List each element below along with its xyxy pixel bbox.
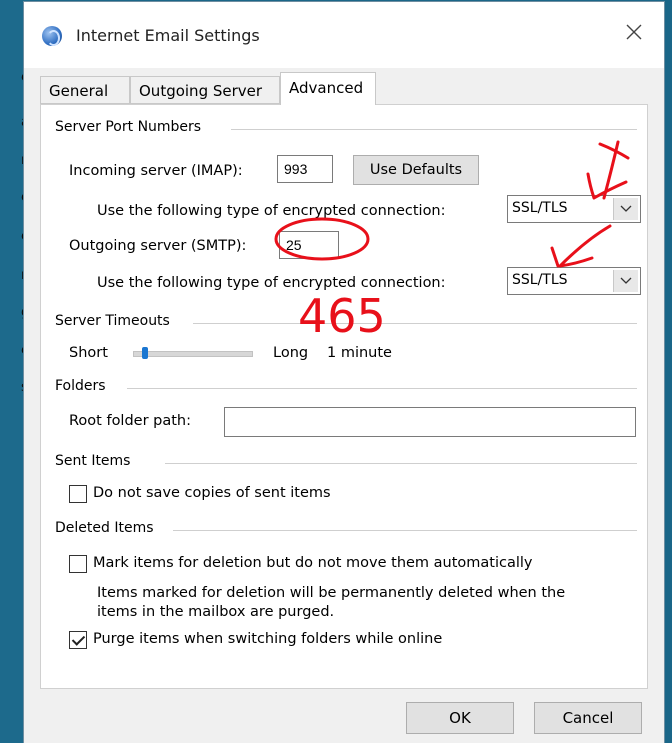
outlook-globe-icon <box>42 26 62 46</box>
group-divider <box>165 463 637 464</box>
group-divider <box>127 388 637 389</box>
group-divider <box>193 323 637 324</box>
internet-email-settings-dialog: Internet Email Settings General Outgoing… <box>24 2 664 743</box>
do-not-save-checkbox[interactable] <box>69 485 87 503</box>
outgoing-port-input[interactable] <box>279 231 339 259</box>
advanced-panel: Server Port Numbers Incoming server (IMA… <box>40 104 648 689</box>
purge-items-checkbox[interactable] <box>69 631 87 649</box>
server-timeouts-heading: Server Timeouts <box>55 313 176 329</box>
short-label: Short <box>69 345 108 361</box>
tab-outgoing-server[interactable]: Outgoing Server <box>130 76 280 104</box>
folders-heading: Folders <box>55 378 112 394</box>
tab-general[interactable]: General <box>40 76 130 104</box>
long-label: Long <box>273 345 309 361</box>
do-not-save-label: Do not save copies of sent items <box>93 485 331 501</box>
root-folder-label: Root folder path: <box>69 413 192 429</box>
chevron-down-icon[interactable] <box>613 198 638 220</box>
group-divider <box>173 530 637 531</box>
mark-for-deletion-checkbox[interactable] <box>69 555 87 573</box>
server-port-numbers-heading: Server Port Numbers <box>55 119 208 135</box>
incoming-encryption-label: Use the following type of encrypted conn… <box>97 203 446 219</box>
tab-strip: General Outgoing Server Advanced <box>40 72 648 105</box>
outgoing-server-label: Outgoing server (SMTP): <box>69 238 247 254</box>
ok-button[interactable]: OK <box>406 702 514 734</box>
incoming-server-label: Incoming server (IMAP): <box>69 163 243 179</box>
group-divider <box>231 129 637 130</box>
timeout-slider-thumb[interactable] <box>141 347 148 359</box>
outgoing-encryption-label: Use the following type of encrypted conn… <box>97 275 446 291</box>
title-bar: Internet Email Settings <box>24 2 664 68</box>
deletion-note-line2: items in the mailbox are purged. <box>97 604 335 620</box>
mark-for-deletion-label: Mark items for deletion but do not move … <box>93 555 533 571</box>
deletion-note-line1: Items marked for deletion will be perman… <box>97 585 566 601</box>
outgoing-encryption-value: SSL/TLS <box>512 272 568 288</box>
outgoing-encryption-select[interactable]: SSL/TLS <box>507 267 641 295</box>
use-defaults-button[interactable]: Use Defaults <box>353 155 479 185</box>
purge-items-label: Purge items when switching folders while… <box>93 631 443 647</box>
sent-items-heading: Sent Items <box>55 453 137 469</box>
timeout-value: 1 minute <box>327 345 392 361</box>
cancel-button[interactable]: Cancel <box>534 702 642 734</box>
chevron-down-icon[interactable] <box>613 270 638 292</box>
incoming-port-input[interactable] <box>277 155 333 183</box>
close-icon[interactable] <box>622 20 646 44</box>
root-folder-input[interactable] <box>224 407 636 437</box>
deleted-items-heading: Deleted Items <box>55 520 160 536</box>
incoming-encryption-value: SSL/TLS <box>512 200 568 216</box>
incoming-encryption-select[interactable]: SSL/TLS <box>507 195 641 223</box>
timeout-slider-track[interactable] <box>133 351 253 357</box>
tab-advanced[interactable]: Advanced <box>280 72 376 105</box>
window-title: Internet Email Settings <box>76 26 260 45</box>
